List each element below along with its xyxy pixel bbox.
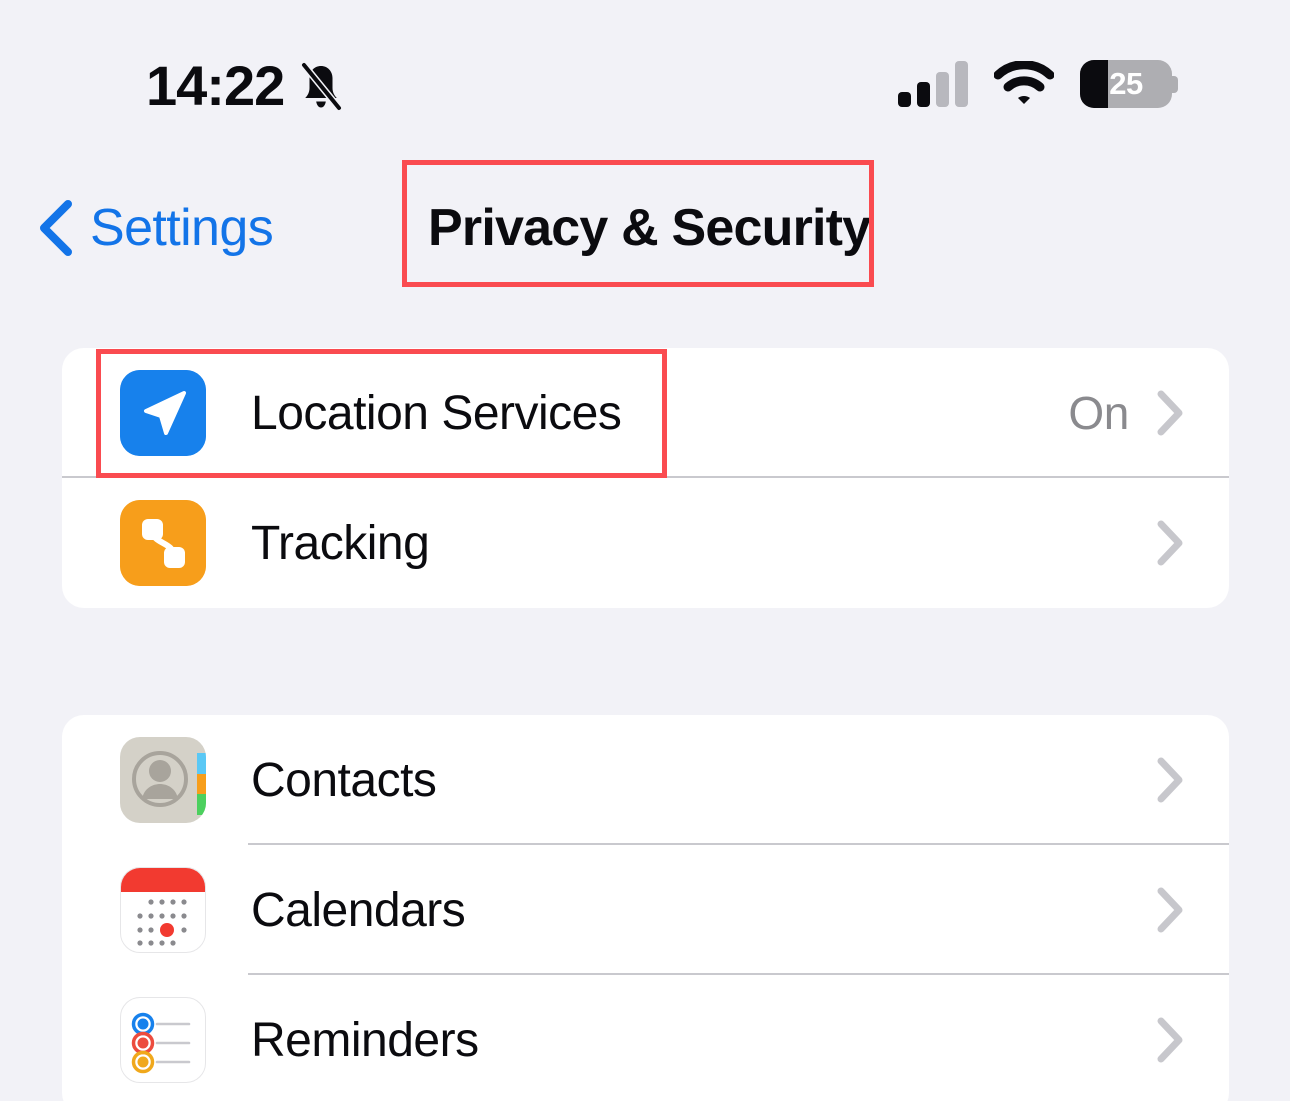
row-label: Reminders (251, 1013, 479, 1067)
status-bar-right: 25 (898, 60, 1178, 108)
battery-icon: 25 (1080, 60, 1178, 108)
chevron-right-icon (1155, 755, 1185, 805)
reminders-app-icon (120, 997, 206, 1083)
privacy-controls-group: Location Services On Tracking (62, 348, 1229, 608)
row-location-services[interactable]: Location Services On (62, 348, 1229, 478)
back-button-label: Settings (90, 198, 274, 257)
chevron-right-icon (1155, 518, 1185, 568)
app-data-access-group: Contacts Calendars Reminders (62, 715, 1229, 1101)
row-label: Location Services (251, 386, 622, 440)
row-label: Contacts (251, 753, 437, 807)
location-arrow-icon (120, 370, 206, 456)
status-bar: 14:22 25 (0, 0, 1290, 150)
calendars-app-icon (120, 867, 206, 953)
page-title: Privacy & Security (428, 198, 871, 257)
row-label: Calendars (251, 883, 466, 937)
chevron-right-icon (1155, 1015, 1185, 1065)
contacts-tabs-icon (197, 753, 206, 816)
navigation-bar: Settings Privacy & Security (0, 160, 1290, 295)
wifi-icon (993, 60, 1055, 107)
bell-slash-icon (298, 61, 344, 112)
location-services-status: On (1068, 387, 1129, 439)
status-bar-clock: 14:22 (146, 54, 285, 117)
row-contacts[interactable]: Contacts (62, 715, 1229, 845)
cellular-signal-icon (898, 61, 968, 107)
ios-settings-screen: 14:22 25 Settings Privacy & Security Loc… (0, 0, 1290, 1101)
tracking-icon (120, 500, 206, 586)
row-calendars[interactable]: Calendars (62, 845, 1229, 975)
row-reminders[interactable]: Reminders (62, 975, 1229, 1101)
status-bar-left: 14:22 (146, 58, 344, 114)
battery-percent-label: 25 (1109, 66, 1143, 101)
chevron-right-icon (1155, 885, 1185, 935)
row-label: Tracking (251, 516, 430, 570)
chevron-right-icon (1155, 388, 1185, 438)
row-tracking[interactable]: Tracking (62, 478, 1229, 608)
chevron-left-icon (36, 198, 80, 258)
contacts-app-icon (120, 737, 206, 823)
back-button[interactable]: Settings (36, 160, 274, 295)
